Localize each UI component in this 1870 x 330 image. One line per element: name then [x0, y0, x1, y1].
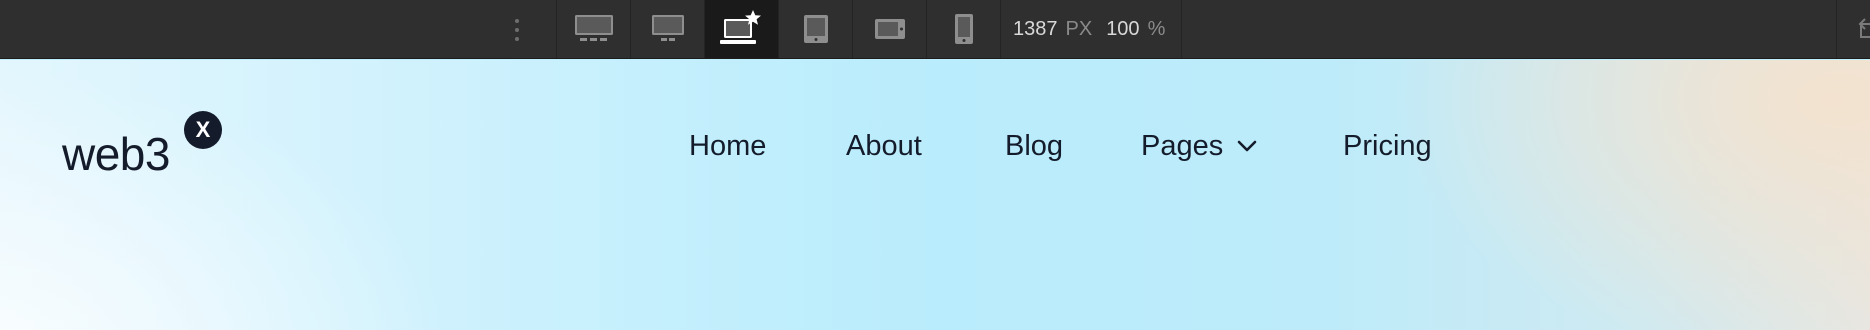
phone-portrait-icon [954, 14, 973, 44]
dot-icon [515, 19, 519, 23]
more-options-handle[interactable] [507, 12, 527, 48]
nav-item-blog[interactable]: Blog [1005, 130, 1063, 162]
undo-icon [1858, 18, 1870, 38]
zoom-unit: % [1147, 17, 1166, 40]
breakpoint-desktop-xxl-button[interactable] [557, 0, 631, 58]
dot-icon [515, 37, 519, 41]
breakpoint-desktop-base-button[interactable] [705, 0, 779, 58]
tablet-icon [803, 15, 828, 43]
breakpoint-desktop-xl-button[interactable] [631, 0, 705, 58]
zoom-value: 100 [1106, 17, 1140, 40]
dot-icon [515, 28, 519, 32]
canvas-width-value: 1387 [1013, 17, 1058, 40]
breakpoint-tablet-button[interactable] [779, 0, 853, 58]
nav-item-about[interactable]: About [846, 130, 922, 162]
website-preview: web3 X Home About Blog Pages Pricing [0, 60, 1870, 330]
logo-wordmark: web3 [62, 128, 170, 180]
nav-item-pricing[interactable]: Pricing [1343, 130, 1432, 162]
logo-x-badge: X [183, 111, 222, 149]
site-logo[interactable]: web3 X [62, 111, 222, 180]
nav-item-pages-label: Pages [1141, 130, 1224, 162]
monitor-icon [651, 15, 684, 41]
chevron-down-icon [1237, 140, 1257, 152]
breakpoint-mobile-portrait-button[interactable] [927, 0, 1001, 58]
canvas-width-unit: PX [1065, 17, 1093, 40]
phone-landscape-icon [874, 19, 905, 39]
undo-button[interactable] [1836, 0, 1870, 58]
breakpoint-switcher: 1387 PX 100 % [556, 0, 1183, 58]
nav-item-pages-dropdown[interactable]: Pages [1141, 130, 1257, 162]
designer-toolbar: 1387 PX 100 % [0, 0, 1870, 59]
monitor-wide-icon [574, 15, 613, 41]
canvas-size-readout[interactable]: 1387 PX 100 % [1001, 0, 1183, 58]
laptop-star-icon [719, 10, 761, 44]
nav-item-home[interactable]: Home [689, 130, 766, 162]
breakpoint-mobile-landscape-button[interactable] [853, 0, 927, 58]
